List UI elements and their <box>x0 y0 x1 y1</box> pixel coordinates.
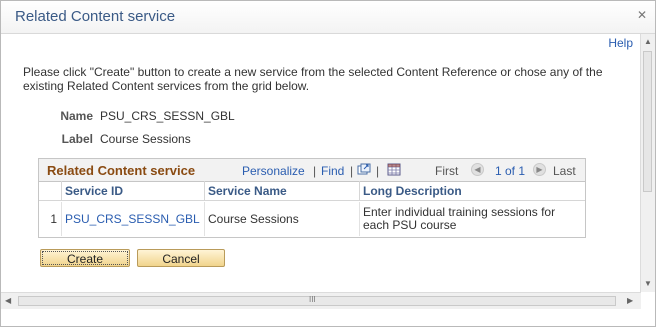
name-value: PSU_CRS_SESSN_GBL <box>100 109 235 123</box>
service-id-link[interactable]: PSU_CRS_SESSN_GBL <box>62 202 205 236</box>
grid-title: Related Content service <box>47 163 196 178</box>
dialog-content: Help Please click "Create" button to cre… <box>1 34 641 291</box>
create-button[interactable]: Create <box>40 249 130 267</box>
vertical-scrollbar[interactable]: ▲ ▼ <box>640 34 655 292</box>
horizontal-scrollbar[interactable]: ◀ III ▶ <box>1 292 641 309</box>
separator: | <box>313 164 317 178</box>
spreadsheet-icon[interactable] <box>387 163 401 176</box>
previous-arrow-icon[interactable]: ◀ <box>471 163 484 176</box>
label-label: Label <box>61 132 93 146</box>
scroll-right-arrow-icon[interactable]: ▶ <box>627 296 633 305</box>
grid-header-bar: Related Content service Personalize | Fi… <box>39 159 585 182</box>
instructions-text: Please click "Create" button to create a… <box>23 65 603 93</box>
close-icon[interactable]: ✕ <box>636 9 648 21</box>
label-value: Course Sessions <box>100 132 191 146</box>
column-header-service-id[interactable]: Service ID <box>62 181 205 201</box>
cancel-button[interactable]: Cancel <box>137 249 225 267</box>
column-header-service-name[interactable]: Service Name <box>205 181 360 201</box>
column-header-row-num <box>39 181 62 201</box>
separator: | <box>350 164 354 178</box>
name-label: Name <box>60 109 93 123</box>
page-range: 1 of 1 <box>495 164 526 178</box>
scroll-down-arrow-icon[interactable]: ▼ <box>644 279 652 288</box>
dialog-titlebar[interactable]: Related Content service ✕ <box>1 1 655 34</box>
new-window-icon[interactable] <box>357 163 371 176</box>
last-page-label: Last <box>553 164 576 178</box>
vertical-scroll-thumb[interactable] <box>643 51 652 192</box>
dialog-title: Related Content service <box>15 8 176 25</box>
scroll-grip-icon: III <box>309 295 316 304</box>
scroll-up-arrow-icon[interactable]: ▲ <box>644 37 652 46</box>
column-header-long-description[interactable]: Long Description <box>360 181 585 201</box>
service-name-cell: Course Sessions <box>205 202 360 236</box>
find-link[interactable]: Find <box>321 164 344 178</box>
help-link[interactable]: Help <box>608 36 633 50</box>
long-description-cell: Enter individual training sessions for e… <box>363 205 556 232</box>
row-number: 1 <box>39 202 62 236</box>
personalize-link[interactable]: Personalize <box>242 164 305 178</box>
related-content-grid: Related Content service Personalize | Fi… <box>38 158 586 238</box>
related-content-dialog: Related Content service ✕ Help Please cl… <box>0 0 656 327</box>
scroll-left-arrow-icon[interactable]: ◀ <box>5 296 11 305</box>
first-page-label: First <box>435 164 459 178</box>
next-arrow-icon[interactable]: ▶ <box>533 163 546 176</box>
horizontal-scroll-thumb[interactable]: III <box>18 295 616 306</box>
separator: | <box>376 164 380 178</box>
